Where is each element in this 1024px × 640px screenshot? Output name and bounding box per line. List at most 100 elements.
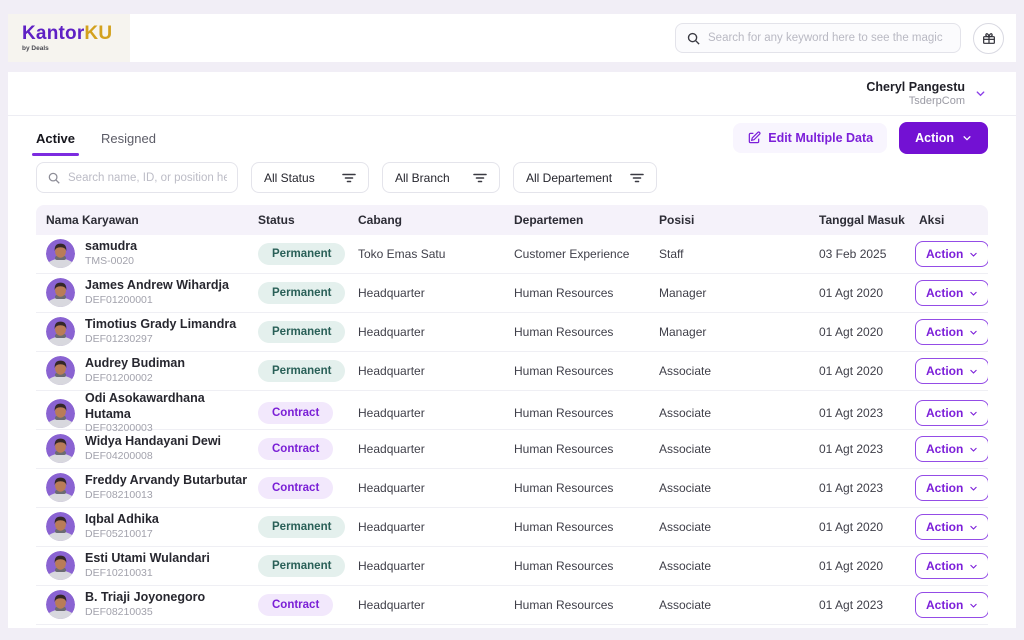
position-cell: Manager [649, 325, 809, 339]
employee-id: TMS-0020 [85, 255, 137, 269]
join-date-cell: 01 Agt 2020 [809, 520, 915, 534]
global-search-input[interactable] [708, 32, 950, 44]
join-date-cell: 01 Agt 2023 [809, 481, 915, 495]
department-filter-label: All Departement [526, 171, 612, 185]
employee-name: Iqbal Adhika [85, 512, 159, 528]
branch-filter-label: All Branch [395, 171, 450, 185]
app-header: KantorKU by Deals [8, 14, 1016, 62]
table-search-input[interactable] [68, 172, 227, 184]
join-date-cell: 01 Agt 2023 [809, 406, 915, 420]
employee-id: DEF01200001 [85, 294, 229, 308]
employee-avatar [46, 551, 75, 580]
employee-name-cell: Widya Handayani Dewi DEF04200008 [36, 434, 248, 463]
table-header-row: Nama Karyawan Status Cabang Departemen P… [36, 205, 988, 235]
branch-cell: Headquarter [348, 559, 504, 573]
employee-identity: Odi Asokawardhana Hutama DEF03200003 [85, 391, 248, 436]
user-bar[interactable]: Cheryl Pangestu TsderpCom [8, 72, 1016, 116]
status-filter-dropdown[interactable]: All Status [251, 162, 369, 193]
status-cell: Contract [248, 477, 348, 499]
branch-filter-dropdown[interactable]: All Branch [382, 162, 500, 193]
row-action-button[interactable]: Action [915, 319, 988, 345]
position-cell: Manager [649, 286, 809, 300]
row-action-label: Action [926, 598, 963, 612]
table-body: samudra TMS-0020 Permanent Toko Emas Sat… [36, 235, 988, 625]
chevron-down-icon [969, 250, 978, 259]
search-icon [686, 31, 701, 46]
filter-lines-icon [342, 172, 356, 184]
edit-multiple-data-button[interactable]: Edit Multiple Data [733, 123, 887, 153]
chevron-down-icon [969, 445, 978, 454]
tab-active[interactable]: Active [36, 116, 75, 160]
top-strip [0, 0, 1024, 14]
global-search[interactable] [675, 23, 961, 53]
row-action-button[interactable]: Action [915, 592, 988, 618]
join-date-cell: 01 Agt 2020 [809, 325, 915, 339]
department-cell: Human Resources [504, 286, 649, 300]
employee-avatar [46, 590, 75, 619]
aksi-cell: Action [915, 553, 988, 579]
employee-name: B. Triaji Joyonegoro [85, 590, 205, 606]
branch-cell: Headquarter [348, 364, 504, 378]
status-badge: Contract [258, 594, 333, 616]
aksi-cell: Action [915, 280, 988, 306]
row-action-button[interactable]: Action [915, 280, 988, 306]
row-action-button[interactable]: Action [915, 436, 988, 462]
row-action-button[interactable]: Action [915, 553, 988, 579]
filter-lines-icon [473, 172, 487, 184]
table-row: James Andrew Wihardja DEF01200001 Perman… [36, 274, 988, 313]
action-menu-button[interactable]: Action [899, 122, 988, 154]
row-action-label: Action [926, 520, 963, 534]
employee-id: DEF01200002 [85, 372, 185, 386]
chevron-down-icon [969, 562, 978, 571]
column-header-tanggal-masuk: Tanggal Masuk [809, 213, 915, 227]
department-cell: Human Resources [504, 598, 649, 612]
tabs-row: Active Resigned Edit Multiple Data Actio… [8, 116, 1016, 160]
employee-identity: James Andrew Wihardja DEF01200001 [85, 278, 229, 307]
aksi-cell: Action [915, 592, 988, 618]
toolbar: Edit Multiple Data Action [733, 122, 988, 154]
row-action-button[interactable]: Action [915, 514, 988, 540]
brand-logo: KantorKU by Deals [8, 14, 130, 62]
gift-button[interactable] [973, 23, 1004, 54]
position-cell: Associate [649, 406, 809, 420]
branch-cell: Headquarter [348, 598, 504, 612]
employee-name: samudra [85, 239, 137, 255]
department-cell: Human Resources [504, 559, 649, 573]
row-action-button[interactable]: Action [915, 475, 988, 501]
chevron-down-icon [969, 289, 978, 298]
employee-name: Timotius Grady Limandra [85, 317, 236, 333]
user-name: Cheryl Pangestu [866, 80, 965, 94]
column-header-cabang: Cabang [348, 213, 504, 227]
bottom-strip [0, 628, 1024, 640]
row-action-button[interactable]: Action [915, 241, 988, 267]
status-badge: Permanent [258, 360, 345, 382]
edit-multiple-data-label: Edit Multiple Data [768, 131, 873, 145]
column-header-aksi: Aksi [915, 213, 988, 227]
table-search[interactable] [36, 162, 238, 193]
employee-avatar [46, 399, 75, 428]
table-row: Widya Handayani Dewi DEF04200008 Contrac… [36, 430, 988, 469]
row-action-button[interactable]: Action [915, 400, 988, 426]
position-cell: Associate [649, 364, 809, 378]
employee-name-cell: Esti Utami Wulandari DEF10210031 [36, 551, 248, 580]
tab-resigned[interactable]: Resigned [101, 116, 156, 160]
branch-cell: Headquarter [348, 325, 504, 339]
employee-avatar [46, 473, 75, 502]
chevron-down-icon [969, 484, 978, 493]
employee-name-cell: Timotius Grady Limandra DEF01230297 [36, 317, 248, 346]
row-action-button[interactable]: Action [915, 358, 988, 384]
department-filter-dropdown[interactable]: All Departement [513, 162, 657, 193]
employee-identity: Esti Utami Wulandari DEF10210031 [85, 551, 210, 580]
chevron-down-icon[interactable] [975, 88, 986, 99]
employee-id: DEF08210035 [85, 606, 205, 620]
employee-table: Nama Karyawan Status Cabang Departemen P… [36, 205, 988, 628]
table-row: B. Triaji Joyonegoro DEF08210035 Contrac… [36, 586, 988, 625]
brand-name: KantorKU [22, 24, 130, 43]
chevron-down-icon [969, 409, 978, 418]
action-menu-label: Action [915, 131, 954, 145]
row-action-label: Action [926, 481, 963, 495]
table-row: Esti Utami Wulandari DEF10210031 Permane… [36, 547, 988, 586]
employee-name-cell: Iqbal Adhika DEF05210017 [36, 512, 248, 541]
employee-identity: Iqbal Adhika DEF05210017 [85, 512, 159, 541]
employee-identity: B. Triaji Joyonegoro DEF08210035 [85, 590, 205, 619]
